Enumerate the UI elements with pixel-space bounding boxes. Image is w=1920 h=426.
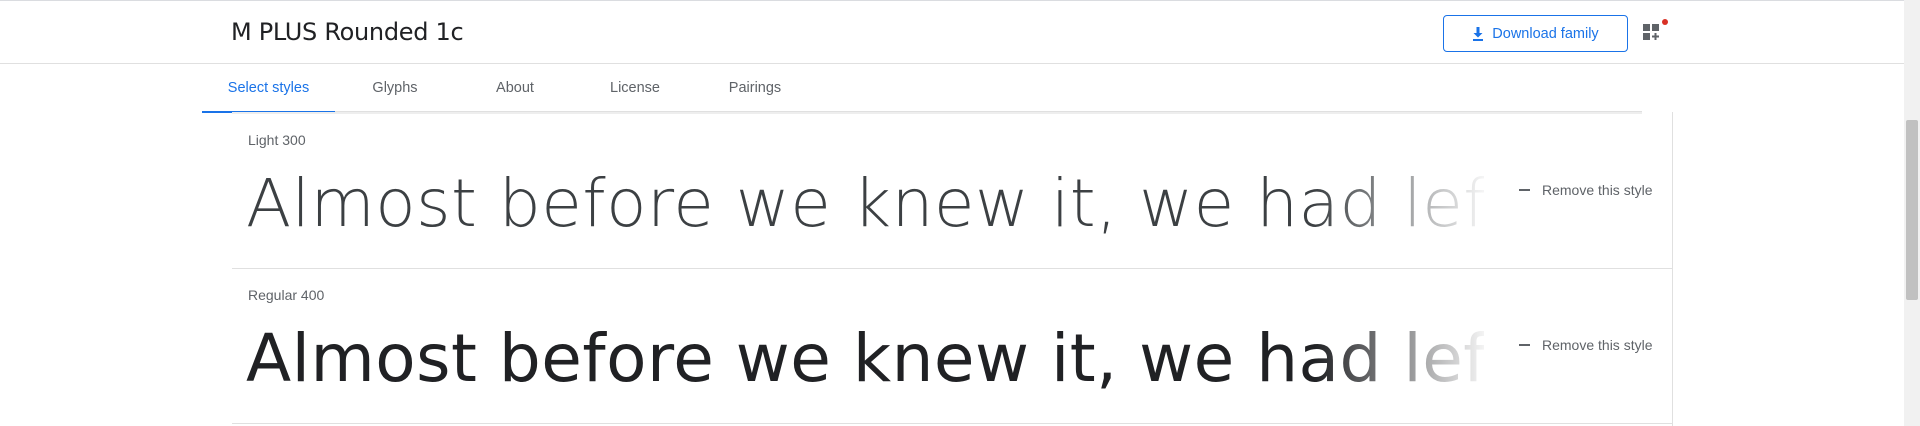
remove-style-label: Remove this style — [1542, 337, 1653, 353]
tab-license[interactable]: License — [575, 64, 695, 112]
style-row-regular-400: Regular 400 Almost before we knew it, we… — [232, 269, 1672, 424]
download-family-label: Download family — [1492, 25, 1599, 42]
page-title: M PLUS Rounded 1c — [231, 18, 464, 46]
scrollbar-thumb[interactable] — [1906, 120, 1918, 300]
selected-families-button[interactable] — [1640, 19, 1670, 49]
page-scrollbar[interactable] — [1904, 0, 1920, 426]
tab-glyphs[interactable]: Glyphs — [335, 64, 455, 112]
tab-about[interactable]: About — [455, 64, 575, 112]
style-sample-text[interactable]: Almost before we knew it, we had left th… — [246, 164, 1484, 244]
download-family-button[interactable]: Download family — [1443, 15, 1628, 52]
family-header: M PLUS Rounded 1c Download family — [0, 1, 1904, 64]
style-sample-text[interactable]: Almost before we knew it, we had left th… — [246, 319, 1484, 399]
minus-icon — [1519, 189, 1530, 191]
tab-pairings[interactable]: Pairings — [695, 64, 815, 112]
download-icon — [1472, 26, 1484, 41]
tab-select-styles[interactable]: Select styles — [202, 64, 335, 113]
style-name: Light 300 — [248, 132, 306, 148]
sample-fade — [1314, 164, 1484, 244]
family-tabs: Select styles Glyphs About License Pairi… — [202, 64, 1642, 113]
remove-style-button[interactable]: Remove this style — [1519, 182, 1652, 198]
notification-badge — [1662, 19, 1668, 25]
remove-style-button[interactable]: Remove this style — [1519, 337, 1652, 353]
style-row-light-300: Light 300 Almost before we knew it, we h… — [232, 114, 1672, 269]
sample-fade — [1314, 319, 1484, 399]
remove-style-label: Remove this style — [1542, 182, 1653, 198]
style-name: Regular 400 — [248, 287, 325, 303]
sample-text: Almost before we knew it, we had left th… — [246, 165, 1484, 242]
sample-text: Almost before we knew it, we had left th… — [246, 320, 1484, 397]
content-right-border — [1672, 112, 1673, 426]
minus-icon — [1519, 344, 1530, 346]
